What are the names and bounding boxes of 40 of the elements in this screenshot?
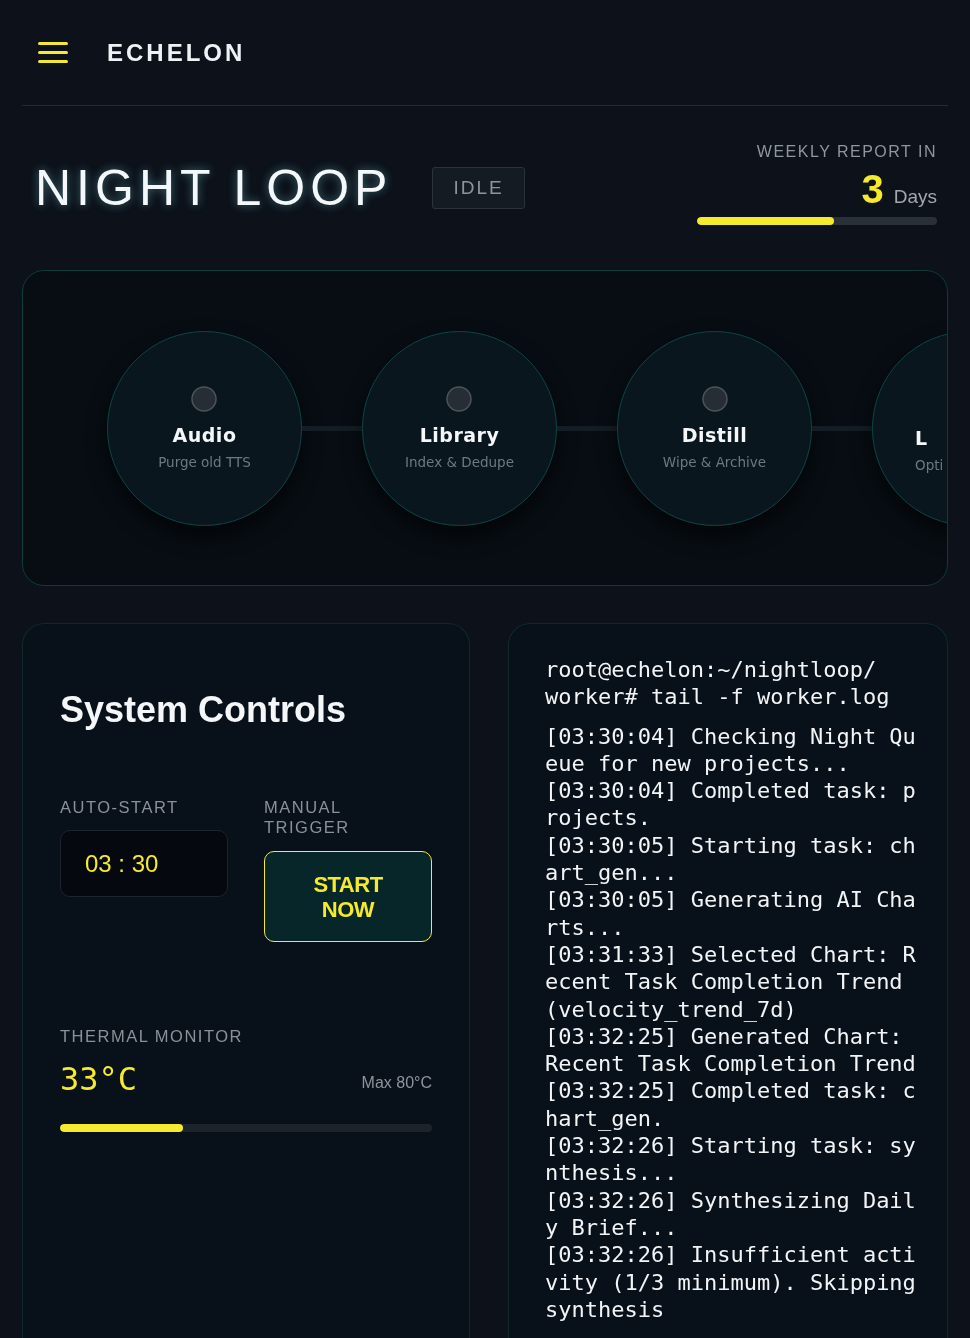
log-line: [03:30:04] Checking Night Queue for new projects... (545, 722, 917, 778)
log-line: [03:32:26] Insufficient activity (1/3 minimum). Skipping synthesis (545, 1241, 917, 1324)
log-line: [03:31:33] Selected Chart: Recent Task Completion Trend (velocity_trend_7d) (545, 940, 917, 1023)
node-title: Library (419, 424, 500, 446)
status-dot-icon (191, 386, 218, 412)
status-dot-icon (701, 386, 728, 412)
app-brand: ECHELON (107, 38, 246, 67)
node-title: L (915, 427, 928, 449)
auto-start-label: AUTO-START (60, 797, 180, 817)
card-title: System Controls (60, 689, 348, 731)
log-line: [03:32:26] Synthesizing Daily Brief... (545, 1186, 917, 1242)
days-unit: Days (893, 186, 937, 208)
page-title: NIGHT LOOP (35, 159, 393, 217)
log-line: [03:32:26] Starting task: synthesis... (545, 1132, 917, 1187)
start-now-button[interactable]: START NOW (264, 851, 432, 942)
pipeline-node[interactable]: Distill Wipe & Archive (617, 330, 812, 526)
time-field[interactable]: 03 : 30 (60, 830, 228, 897)
node-title: Audio (172, 424, 237, 446)
days-count: 3 (861, 167, 884, 211)
log-line: [03:32:25] Completed task: chart_gen. (545, 1077, 917, 1133)
pipeline-node[interactable]: Library Index & Dedupe (362, 330, 557, 526)
terminal-command: root@echelon:~/nightloop/worker# tail -f worker.log (545, 656, 891, 711)
log-line: [03:32:25] Generated Chart: Recent Task Completion Trend (545, 1022, 917, 1078)
menu-icon[interactable] (38, 41, 68, 64)
log-line: [03:30:05] Starting task: chart_gen... (545, 831, 917, 887)
thermal-label: THERMAL MONITOR (60, 1026, 244, 1046)
temperature-reading: 33°C (60, 1060, 138, 1098)
pipeline-node[interactable]: Audio Purge old TTS (107, 330, 302, 526)
node-subtitle: Opti (915, 457, 944, 473)
node-title: Distill (681, 424, 748, 446)
status-dot-icon (446, 386, 473, 412)
status-badge: IDLE (432, 167, 525, 209)
node-subtitle: Index & Dedupe (405, 454, 514, 470)
node-subtitle: Purge old TTS (158, 454, 251, 470)
log-line: [03:30:04] Completed task: projects. (545, 777, 917, 832)
node-subtitle: Wipe & Archive (662, 454, 767, 470)
log-line: [03:30:05] Generating AI Charts... (545, 886, 917, 941)
max-temperature: Max 80°C (361, 1074, 432, 1093)
manual-trigger-label: MANUAL TRIGGER (264, 797, 351, 837)
report-label: WEEKLY REPORT IN (756, 143, 937, 161)
